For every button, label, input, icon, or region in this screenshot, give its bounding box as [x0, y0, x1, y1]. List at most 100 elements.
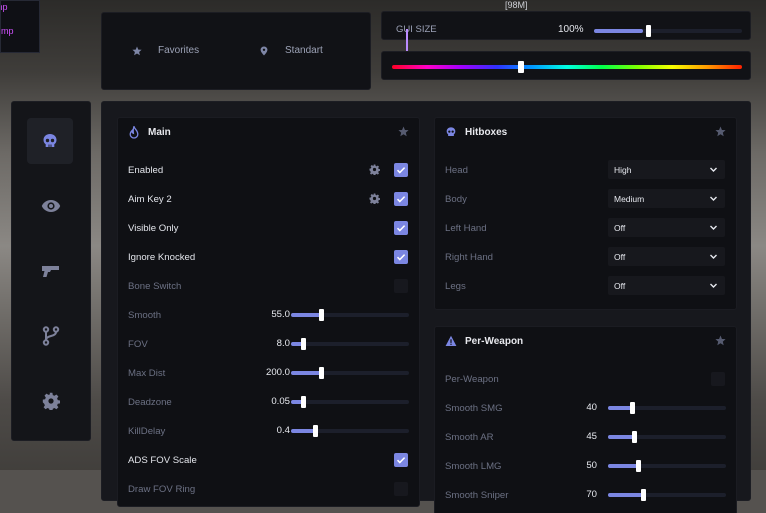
- row-label: Max Dist: [128, 367, 166, 379]
- hitbox-priority-select[interactable]: Off: [608, 276, 725, 295]
- slider-handle[interactable]: [641, 489, 647, 501]
- slider-handle[interactable]: [635, 460, 641, 472]
- checkbox[interactable]: [711, 372, 725, 386]
- hitboxes-panel: Hitboxes Head High Body Medium Left Hand Off R…: [434, 117, 737, 310]
- slider-handle[interactable]: [629, 402, 635, 414]
- slider-fill: [291, 371, 321, 375]
- hitbox-row: Body Medium: [445, 189, 726, 208]
- hitbox-row: Legs Off: [445, 276, 726, 295]
- checkbox[interactable]: [394, 250, 408, 264]
- select-value: Medium: [614, 193, 645, 204]
- checkbox[interactable]: [394, 279, 408, 293]
- slider-handle[interactable]: [318, 309, 324, 321]
- value-slider[interactable]: [608, 402, 726, 414]
- toggle-row: Per-Weapon: [445, 372, 726, 386]
- hitbox-priority-select[interactable]: Off: [608, 218, 725, 237]
- favorite-star-icon[interactable]: [715, 126, 726, 137]
- star-icon: [132, 46, 142, 55]
- overlay-list: mp p Amp p: [0, 0, 40, 53]
- gun-icon: [42, 266, 59, 277]
- overlay-list-item: p: [1, 13, 39, 25]
- slider-row: Smooth AR 45: [445, 430, 726, 444]
- settings-gear-icon[interactable]: [369, 193, 381, 205]
- row-label: Enabled: [128, 164, 164, 176]
- value-slider[interactable]: [608, 460, 726, 472]
- overlay-list-item: mp: [1, 2, 8, 12]
- slider-row: FOV 8.0: [128, 337, 409, 351]
- slider-row: KillDelay 0.4: [128, 424, 409, 438]
- hitbox-row: Left Hand Off: [445, 218, 726, 237]
- select-value: Off: [614, 251, 626, 262]
- settings-gear-icon[interactable]: [369, 164, 381, 176]
- checkbox[interactable]: [394, 192, 408, 206]
- hue-box: [381, 51, 751, 80]
- favorites-box: Favorites Standart: [101, 12, 371, 90]
- gui-size-slider[interactable]: [594, 25, 742, 37]
- row-label: Aim Key 2: [128, 193, 172, 205]
- row-label: Body: [445, 193, 467, 205]
- sidebar: [11, 101, 91, 441]
- row-label: Smooth AR: [445, 431, 494, 443]
- value-slider[interactable]: [291, 309, 409, 321]
- favorites-button[interactable]: Favorites: [132, 45, 199, 56]
- value-slider[interactable]: [291, 396, 409, 408]
- main-panel-header: Main: [128, 126, 171, 139]
- hue-slider[interactable]: [392, 61, 742, 73]
- slider-handle[interactable]: [300, 396, 306, 408]
- gui-size-value: 100%: [558, 24, 584, 35]
- panel-title: Hitboxes: [465, 126, 508, 138]
- checkmark-icon: [396, 457, 406, 464]
- location-button[interactable]: Standart: [259, 45, 323, 56]
- value-slider[interactable]: [291, 425, 409, 437]
- value-slider[interactable]: [291, 367, 409, 379]
- slider-fill: [608, 493, 644, 497]
- slider-value: 70: [586, 489, 597, 500]
- slider-handle[interactable]: [645, 25, 651, 37]
- slider-fill: [291, 313, 321, 317]
- row-label: Smooth LMG: [445, 460, 502, 472]
- panel-title: Main: [148, 127, 171, 138]
- sidebar-item-visuals[interactable]: [37, 192, 65, 220]
- row-label: FOV: [128, 338, 148, 350]
- checkbox[interactable]: [394, 163, 408, 177]
- gear-icon: [42, 392, 60, 410]
- hitbox-priority-select[interactable]: Off: [608, 247, 725, 266]
- skull-icon: [43, 134, 57, 147]
- toggle-row: Ignore Knocked: [128, 250, 409, 264]
- sidebar-item-weapons[interactable]: [37, 257, 65, 285]
- row-label: Deadzone: [128, 396, 172, 408]
- toggle-row: Aim Key 2: [128, 192, 409, 206]
- row-label: Smooth SMG: [445, 402, 503, 414]
- checkbox[interactable]: [394, 482, 408, 496]
- sidebar-item-misc[interactable]: [37, 322, 65, 350]
- row-label: Bone Switch: [128, 280, 182, 292]
- overlay-list-item: p: [1, 37, 39, 49]
- slider-handle[interactable]: [312, 425, 318, 437]
- favorite-star-icon[interactable]: [715, 335, 726, 346]
- value-slider[interactable]: [608, 489, 726, 501]
- checkbox[interactable]: [394, 453, 408, 467]
- hitbox-priority-select[interactable]: Medium: [608, 189, 725, 208]
- row-label: Visible Only: [128, 222, 179, 234]
- skull-icon: [446, 127, 456, 136]
- warning-icon: [445, 335, 457, 346]
- sidebar-item-settings[interactable]: [37, 387, 65, 415]
- slider-handle[interactable]: [631, 431, 637, 443]
- favorite-star-icon[interactable]: [398, 126, 409, 137]
- slider-handle[interactable]: [318, 367, 324, 379]
- slider-fill: [608, 464, 638, 468]
- slider-handle[interactable]: [300, 338, 306, 350]
- value-slider[interactable]: [608, 431, 726, 443]
- overlay-list-item: Amp: [1, 26, 14, 36]
- per-weapon-panel-header: Per-Weapon: [445, 335, 523, 347]
- checkbox[interactable]: [394, 221, 408, 235]
- sidebar-item-aim[interactable]: [27, 118, 73, 164]
- hitbox-priority-select[interactable]: High: [608, 160, 725, 179]
- row-label: Legs: [445, 280, 466, 292]
- location-label: Standart: [285, 45, 323, 56]
- select-value: Off: [614, 280, 626, 291]
- value-slider[interactable]: [291, 338, 409, 350]
- flame-icon: [129, 126, 139, 139]
- hue-handle[interactable]: [518, 61, 524, 73]
- toggle-row: Bone Switch: [128, 279, 409, 293]
